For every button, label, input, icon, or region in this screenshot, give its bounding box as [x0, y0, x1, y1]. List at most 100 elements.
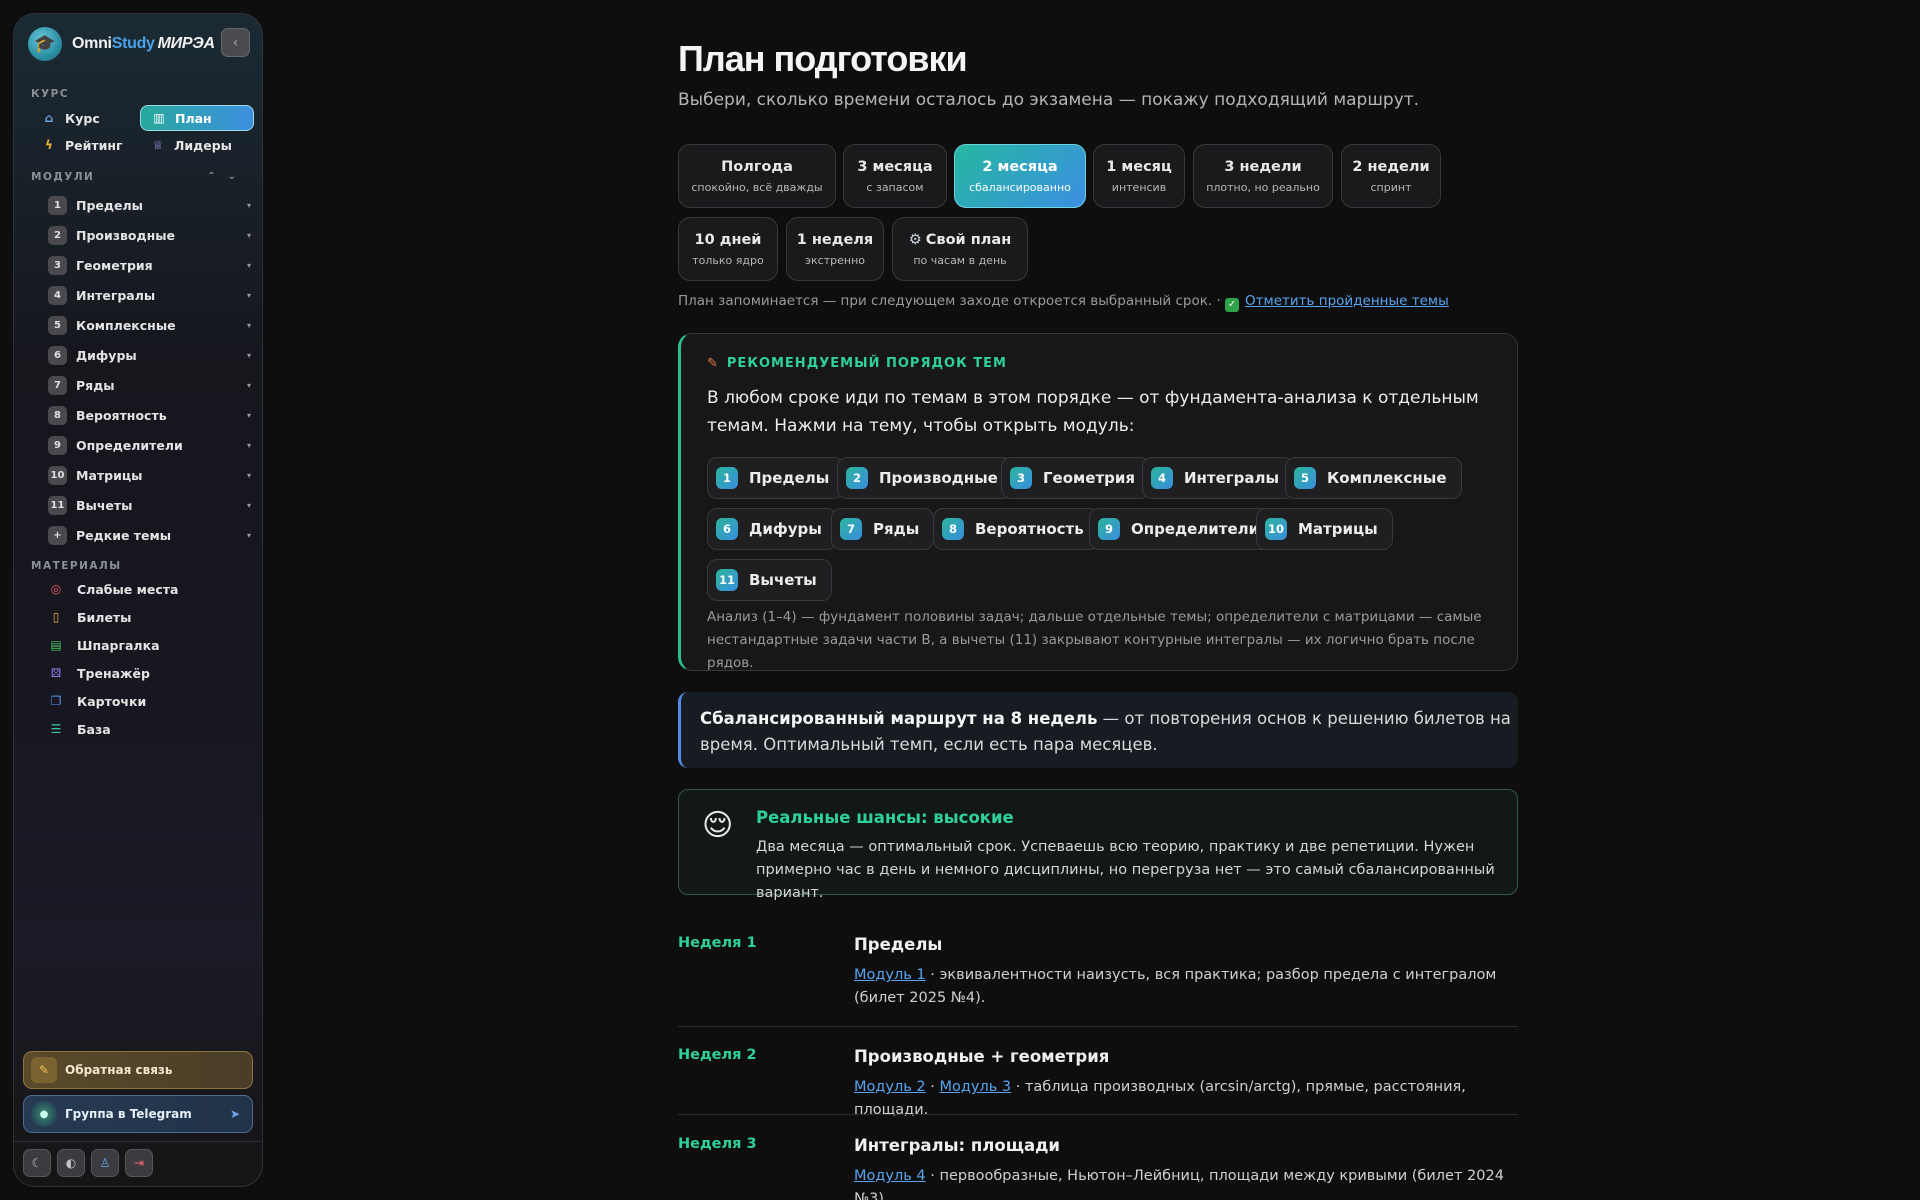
- chevron-down-icon[interactable]: ▾: [247, 471, 251, 480]
- sidebar-module-item[interactable]: 1 Пределы ▾: [33, 193, 261, 217]
- telegram-group-button[interactable]: ● Группа в Telegram ➤: [23, 1095, 253, 1133]
- collapse-all-icon[interactable]: ⌃: [207, 171, 227, 182]
- module-number-badge: 4: [48, 285, 67, 305]
- collapse-sidebar-button[interactable]: ‹: [221, 28, 250, 57]
- page-subtitle: Выбери, сколько времени осталось до экза…: [678, 90, 1420, 110]
- chevron-down-icon[interactable]: ▾: [247, 321, 251, 330]
- topic-chip[interactable]: 5 Комплексные: [1285, 457, 1462, 499]
- duration-1-week[interactable]: 1 неделя экстренно: [786, 217, 884, 281]
- topic-chip[interactable]: 4 Интегралы: [1142, 457, 1295, 499]
- duration-10-days[interactable]: 10 дней только ядро: [678, 217, 778, 281]
- chevron-down-icon[interactable]: ▾: [247, 501, 251, 510]
- module-link[interactable]: Модуль 4: [854, 1168, 926, 1184]
- recommended-footnote: Анализ (1–4) — фундамент половины задач;…: [707, 609, 1482, 671]
- module-number-badge: +: [48, 525, 67, 545]
- module-label: Редкие темы: [76, 527, 172, 543]
- sidebar-header: 🎓 OmniStudy МИРЭА ‹: [28, 24, 250, 64]
- section-title-materials: МАТЕРИАЛЫ: [31, 560, 122, 572]
- module-label: Пределы: [76, 197, 143, 213]
- material-weak-spots[interactable]: ◎ Слабые места: [48, 578, 179, 600]
- brand-logo[interactable]: OmniStudy МИРЭА: [72, 35, 215, 53]
- chance-text: Два месяца — оптимальный срок. Успеваешь…: [756, 839, 1495, 901]
- module-number-badge: 9: [48, 435, 67, 455]
- chevron-down-icon[interactable]: ▾: [247, 261, 251, 270]
- module-label: Вычеты: [76, 497, 133, 513]
- topic-chip[interactable]: 11 Вычеты: [707, 559, 832, 601]
- chevron-down-icon[interactable]: ▾: [247, 441, 251, 450]
- database-icon: ☰: [50, 722, 62, 736]
- sidebar-module-item[interactable]: 3 Геометрия ▾: [33, 253, 261, 277]
- contrast-icon[interactable]: ◐: [57, 1149, 85, 1177]
- duration-half-year[interactable]: Полгода спокойно, всё дважды: [678, 144, 836, 208]
- main-content: План подготовки Выбери, сколько времени …: [678, 0, 1518, 1200]
- module-collapse-controls[interactable]: ⌃⌄: [207, 171, 248, 182]
- home-icon: ⌂: [44, 111, 54, 125]
- chevron-down-icon[interactable]: ▾: [247, 351, 251, 360]
- send-icon: ➤: [229, 1107, 240, 1121]
- expand-all-icon[interactable]: ⌄: [228, 171, 248, 182]
- nav-item-rating[interactable]: ϟ Рейтинг: [31, 132, 139, 158]
- remember-note: План запоминается — при следующем заходе…: [678, 293, 1449, 312]
- material-tickets[interactable]: ▯ Билеты: [48, 606, 132, 628]
- logout-icon[interactable]: ⇥: [125, 1149, 153, 1177]
- sidebar-module-item[interactable]: + Редкие темы ▾: [33, 523, 261, 547]
- map-icon: ▥: [153, 111, 165, 125]
- module-label: Определители: [76, 437, 183, 453]
- feedback-button[interactable]: ✎ Обратная связь: [23, 1051, 253, 1089]
- sidebar-bottom-toolbar: ☾ ◐ ♙ ⇥: [23, 1149, 153, 1177]
- cards-icon: ❐: [50, 694, 62, 708]
- duration-3-weeks[interactable]: 3 недели плотно, но реально: [1193, 144, 1333, 208]
- sidebar-module-item[interactable]: 2 Производные ▾: [33, 223, 261, 247]
- material-base[interactable]: ☰ База: [48, 718, 111, 740]
- recommended-text: В любом сроке иди по темам в этом порядк…: [707, 388, 1479, 436]
- sidebar-module-item[interactable]: 6 Дифуры ▾: [33, 343, 261, 367]
- topic-chip[interactable]: 8 Вероятность: [933, 508, 1099, 550]
- week-divider: [678, 1114, 1518, 1115]
- module-link[interactable]: Модуль 1: [854, 967, 926, 983]
- module-link[interactable]: Модуль 3: [939, 1079, 1011, 1095]
- duration-2-weeks[interactable]: 2 недели спринт: [1341, 144, 1441, 208]
- duration-2-months[interactable]: 2 месяца сбалансированно: [954, 144, 1086, 208]
- sidebar-module-item[interactable]: 11 Вычеты ▾: [33, 493, 261, 517]
- topic-chip[interactable]: 10 Матрицы: [1256, 508, 1393, 550]
- sidebar-module-item[interactable]: 4 Интегралы ▾: [33, 283, 261, 307]
- duration-1-month[interactable]: 1 месяц интенсив: [1093, 144, 1185, 208]
- material-cheatsheet[interactable]: ▤ Шпаргалка: [48, 634, 159, 656]
- graduation-cap-icon[interactable]: 🎓: [28, 27, 62, 61]
- nav-item-course[interactable]: ⌂ Курс: [31, 105, 139, 131]
- chevron-down-icon[interactable]: ▾: [247, 381, 251, 390]
- pencil-icon: ✎: [707, 356, 719, 371]
- topic-chip[interactable]: 6 Дифуры: [707, 508, 837, 550]
- sidebar-module-item[interactable]: 10 Матрицы ▾: [33, 463, 261, 487]
- topic-chip[interactable]: 3 Геометрия: [1001, 457, 1151, 499]
- topic-chip[interactable]: 7 Ряды: [831, 508, 935, 550]
- chevron-down-icon[interactable]: ▾: [247, 291, 251, 300]
- sidebar-module-item[interactable]: 5 Комплексные ▾: [33, 313, 261, 337]
- sidebar-module-item[interactable]: 9 Определители ▾: [33, 433, 261, 457]
- topic-chip[interactable]: 2 Производные: [837, 457, 1013, 499]
- material-cards[interactable]: ❐ Карточки: [48, 690, 147, 712]
- module-number-badge: 10: [48, 465, 67, 485]
- sidebar-module-item[interactable]: 8 Вероятность ▾: [33, 403, 261, 427]
- module-label: Комплексные: [76, 317, 176, 333]
- nav-item-plan[interactable]: ▥ План: [140, 105, 254, 131]
- module-number-badge: 6: [48, 345, 67, 365]
- duration-3-months[interactable]: 3 месяца с запасом: [843, 144, 947, 208]
- topic-chip[interactable]: 1 Пределы: [707, 457, 845, 499]
- relieved-face-icon: 😌: [702, 808, 734, 843]
- chevron-down-icon[interactable]: ▾: [247, 531, 251, 540]
- moon-icon[interactable]: ☾: [23, 1149, 51, 1177]
- sidebar-module-item[interactable]: 7 Ряды ▾: [33, 373, 261, 397]
- mark-completed-topics-link[interactable]: Отметить пройденные темы: [1245, 293, 1449, 309]
- chevron-down-icon[interactable]: ▾: [247, 231, 251, 240]
- chevron-down-icon[interactable]: ▾: [247, 201, 251, 210]
- material-trainer[interactable]: ⚄ Тренажёр: [48, 662, 150, 684]
- chevron-down-icon[interactable]: ▾: [247, 411, 251, 420]
- topic-chip[interactable]: 9 Определители: [1089, 508, 1275, 550]
- profile-icon[interactable]: ♙: [91, 1149, 119, 1177]
- module-number-badge: 11: [48, 495, 67, 515]
- route-summary: Сбалансированный маршрут на 8 недель — о…: [678, 692, 1518, 768]
- nav-item-leaders[interactable]: ♕ Лидеры: [140, 132, 254, 158]
- duration-custom-plan[interactable]: ⚙ Свой план по часам в день: [892, 217, 1028, 281]
- module-link[interactable]: Модуль 2: [854, 1079, 926, 1095]
